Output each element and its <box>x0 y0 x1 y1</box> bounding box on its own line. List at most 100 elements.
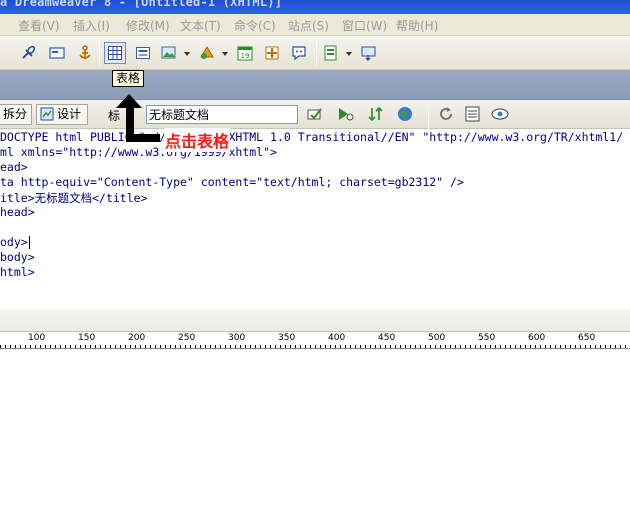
ruler-tick <box>335 345 336 348</box>
hyperlink-icon[interactable] <box>18 42 40 64</box>
ruler-tick <box>525 345 526 348</box>
split-view-button[interactable]: 拆分 <box>0 104 32 125</box>
ruler-tick <box>505 345 506 348</box>
ruler-tick <box>380 345 381 348</box>
chevron-down-icon[interactable] <box>346 52 352 56</box>
ruler-tick <box>80 345 81 348</box>
annotation-text: 点击表格 <box>164 128 231 152</box>
title-bar: a Dreamweaver 8 - [Untitled-1 (XHTML)] <box>0 0 630 14</box>
email-link-icon[interactable] <box>46 42 68 64</box>
ruler-tick <box>530 345 531 348</box>
ruler-tick <box>475 345 476 348</box>
toolbar-separator <box>428 105 429 129</box>
menu-help[interactable]: 帮助(H) <box>396 17 438 34</box>
ruler-tick <box>30 345 31 348</box>
globe-icon[interactable] <box>395 103 417 125</box>
ruler-tick <box>275 345 276 348</box>
div-icon[interactable] <box>132 42 154 64</box>
visual-aids-icon[interactable] <box>490 103 512 125</box>
ruler-tick <box>185 345 186 348</box>
ruler-tick <box>115 345 116 348</box>
ruler-tick <box>210 345 211 348</box>
ruler-tick <box>515 345 516 348</box>
media-icon[interactable] <box>196 42 218 64</box>
ruler-tick <box>55 345 56 348</box>
comment-icon[interactable] <box>288 42 310 64</box>
menu-modify[interactable]: 修改(M) <box>126 17 170 34</box>
date-icon[interactable]: 19 <box>234 42 256 64</box>
ruler-tick <box>410 345 411 348</box>
ruler-tick <box>360 345 361 348</box>
ruler: 100 150 200 250 300 350 400 450 500 550 … <box>0 331 630 349</box>
ruler-tick <box>385 345 386 348</box>
ruler-tick <box>260 345 261 348</box>
ruler-tick <box>90 345 91 348</box>
ruler-tick <box>125 345 126 348</box>
ruler-tick <box>75 345 76 348</box>
ruler-tick <box>435 345 436 348</box>
ruler-tick <box>190 345 191 348</box>
toolbar-separator <box>316 41 317 65</box>
ruler-tick <box>10 345 11 348</box>
ruler-tick <box>235 345 236 348</box>
menu-window[interactable]: 窗口(W) <box>342 17 387 34</box>
debug-icon[interactable] <box>365 103 387 125</box>
window-title: a Dreamweaver 8 - [Untitled-1 (XHTML)] <box>0 0 283 9</box>
template-icon[interactable] <box>320 42 342 64</box>
menu-commands[interactable]: 命令(C) <box>234 17 276 34</box>
menu-site[interactable]: 站点(S) <box>288 17 329 34</box>
ruler-tick <box>370 345 371 348</box>
ruler-tick <box>375 345 376 348</box>
ruler-tick <box>575 345 576 348</box>
ruler-tick <box>565 345 566 348</box>
design-view-button[interactable]: 设计 <box>36 104 88 125</box>
code-view[interactable]: DOCTYPE html PUBLIC "-//W3C//DTD XHTML 1… <box>0 129 630 309</box>
ruler-tick <box>560 345 561 348</box>
tag-chooser-icon[interactable] <box>358 42 380 64</box>
ruler-tick <box>285 345 286 348</box>
ruler-tick <box>545 345 546 348</box>
ruler-tick <box>215 345 216 348</box>
design-view-label: 设计 <box>57 107 82 121</box>
menu-text[interactable]: 文本(T) <box>180 17 221 34</box>
named-anchor-icon[interactable] <box>74 42 96 64</box>
file-management-icon[interactable] <box>305 103 327 125</box>
ruler-tick <box>600 345 601 348</box>
menu-insert[interactable]: 插入(I) <box>73 17 110 34</box>
ruler-tick <box>280 345 281 348</box>
ruler-tick <box>220 345 221 348</box>
view-options-icon[interactable] <box>462 103 484 125</box>
preview-browser-icon[interactable] <box>335 103 357 125</box>
menu-view[interactable]: 查看(V) <box>18 17 60 34</box>
ruler-tick <box>445 345 446 348</box>
ruler-tick <box>205 345 206 348</box>
ruler-tick <box>495 345 496 348</box>
ruler-label: 100 <box>28 333 46 343</box>
ruler-tick <box>430 345 431 348</box>
ruler-tick <box>5 345 6 348</box>
ruler-label: 550 <box>478 333 496 343</box>
ruler-tick <box>625 345 626 348</box>
ruler-tick <box>120 345 121 348</box>
status-band <box>0 309 630 331</box>
chevron-down-icon[interactable] <box>222 52 228 56</box>
ruler-tick <box>310 345 311 348</box>
ruler-tick <box>605 345 606 348</box>
ruler-tick <box>105 345 106 348</box>
ruler-tick <box>85 345 86 348</box>
server-side-include-icon[interactable] <box>261 42 283 64</box>
table-icon[interactable] <box>104 42 126 64</box>
svg-text:19: 19 <box>241 52 250 60</box>
ruler-tick <box>580 345 581 348</box>
image-icon[interactable] <box>158 42 180 64</box>
ruler-tick <box>20 345 21 348</box>
ruler-tick <box>245 345 246 348</box>
refresh-icon[interactable] <box>435 103 457 125</box>
ruler-tick <box>415 345 416 348</box>
ruler-label: 650 <box>578 333 596 343</box>
panel-band <box>0 70 630 100</box>
chevron-down-icon[interactable] <box>184 52 190 56</box>
code-line: itle>无标题文档</title> <box>0 191 148 205</box>
ruler-tick <box>60 345 61 348</box>
ruler-tick <box>95 345 96 348</box>
